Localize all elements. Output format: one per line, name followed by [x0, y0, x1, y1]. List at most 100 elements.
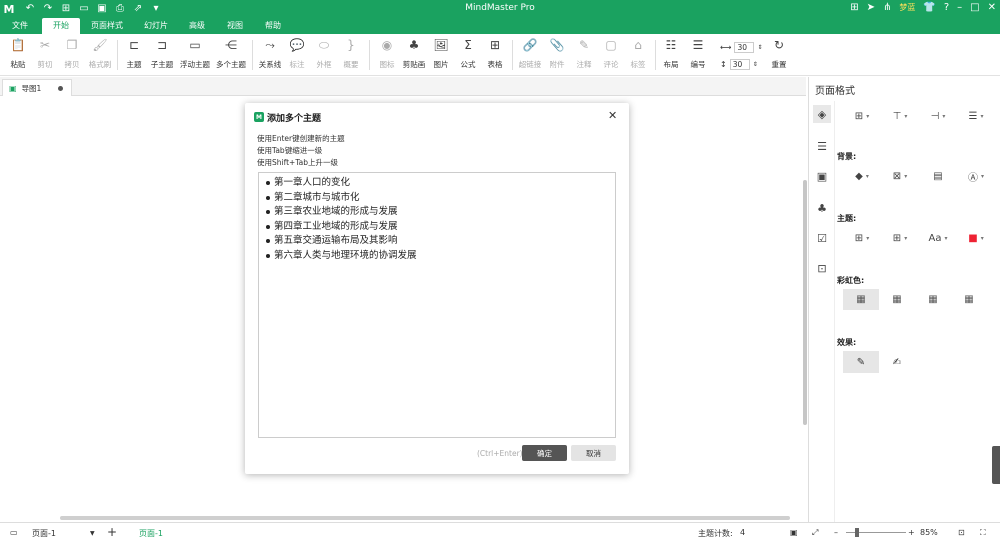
summary-button[interactable]: } 概要 [334, 37, 368, 73]
panel-collapse-handle[interactable] [992, 446, 1000, 484]
unsaved-dot-icon[interactable] [58, 85, 63, 91]
tab-advanced[interactable]: 高级 [180, 18, 214, 34]
zoom-slider-handle[interactable] [855, 528, 859, 537]
horizontal-spacing-stepper[interactable]: ⟷ 30 ⇕ [720, 41, 768, 53]
close-window-icon[interactable]: ✕ [988, 2, 996, 13]
list-item: 第六章人类与地理环境的协调发展 [266, 249, 608, 264]
list-icon[interactable]: ☰ ▾ [957, 107, 995, 125]
connector-icon[interactable]: ⊣ ▾ [919, 107, 957, 125]
cancel-button[interactable]: 取消 [571, 445, 616, 461]
structure-row: ⊞ ▾ ⊤ ▾ ⊣ ▾ ☰ ▾ [843, 107, 995, 125]
zoom-out-icon[interactable]: – [834, 528, 838, 537]
effect-handdrawn-icon[interactable]: ✍ [879, 351, 915, 373]
presentation-icon[interactable]: ⊡ [813, 259, 831, 277]
page-tab[interactable]: 页面-1 [139, 528, 163, 539]
multiple-topics-button[interactable]: ⋲ 多个主题 [214, 37, 248, 73]
numbering-button[interactable]: ☰ 编号 [681, 37, 715, 73]
page-select[interactable]: 页面-1 [32, 528, 56, 539]
floating-topic-button[interactable]: ▭ 浮动主题 [178, 37, 212, 73]
tab-help[interactable]: 帮助 [256, 18, 290, 34]
rainbow-branch-icon[interactable]: ▦ [879, 289, 915, 310]
tab-start[interactable]: 开始 [42, 18, 80, 34]
page-format-icon[interactable]: ◈ [813, 105, 831, 123]
color-scheme-icon[interactable]: ■ ▾ [957, 229, 995, 247]
fullscreen-view-icon[interactable]: ⤢ [812, 528, 818, 538]
format-painter-button[interactable]: 🖌 格式刷 [83, 37, 117, 73]
clipart-panel-icon[interactable]: ♣ [813, 199, 831, 217]
page-select-chevron-icon[interactable]: ▼ [90, 530, 95, 537]
stepper-arrows-icon[interactable]: ⇕ [753, 61, 758, 68]
vertical-spacing-icon: ↕ [720, 59, 727, 69]
layout-icon: ☷ [665, 38, 677, 52]
rainbow-level-icon[interactable]: ▦ [915, 289, 951, 310]
structure-grid-icon[interactable]: ⊞ ▾ [843, 107, 881, 125]
watermark-icon[interactable]: ▤ [919, 167, 957, 185]
rainbow-none-icon[interactable]: ▦ [843, 289, 879, 310]
skin-icon[interactable]: 👕 [923, 2, 935, 13]
document-tab[interactable]: ▣ 导图1 [2, 79, 72, 96]
ribbon: 📋 粘贴 ✂ 剪切 ❐ 拷贝 🖌 格式刷 ⊏ 主题 ⊐ 子主题 ▭ 浮动主题 ⋲ 多个主题 ⤳ 关… [0, 34, 1000, 76]
list-item: 第四章工业地域的形成与发展 [266, 220, 608, 235]
boundary-icon: ⬭ [318, 37, 330, 52]
fill-bucket-icon[interactable]: ◆ ▾ [843, 167, 881, 185]
document-tabs: ▣ 导图1 [0, 77, 806, 96]
effect-normal-icon[interactable]: ✎ [843, 351, 879, 373]
zoom-level[interactable]: 85% [920, 528, 938, 537]
zoom-in-icon[interactable]: + [908, 528, 915, 537]
background-image-icon[interactable]: ⊠ ▾ [881, 167, 919, 185]
bullet-icon [266, 239, 270, 244]
org-chart-icon[interactable]: ⊤ ▾ [881, 107, 919, 125]
marker-icon[interactable]: ▣ [813, 167, 831, 185]
clipart-icon: ♣ [408, 38, 420, 52]
multiple-topics-icon: ⋲ [225, 38, 237, 52]
tab-file[interactable]: 文件 [0, 18, 40, 34]
task-icon[interactable]: ☑ [813, 229, 831, 247]
send-icon[interactable]: ➤ [867, 2, 875, 13]
expand-icon[interactable]: ⛶ [980, 528, 986, 538]
tab-slides[interactable]: 幻灯片 [136, 18, 176, 34]
fullscreen-icon[interactable]: ⊞ [850, 2, 858, 13]
dialog-hint: 使用Tab键缩进一级 [257, 146, 323, 155]
bullet-icon [266, 210, 270, 215]
list-item: 第二章城市与城市化 [266, 191, 608, 206]
text-style-icon[interactable]: Ⓐ ▾ [957, 167, 995, 185]
pen-icon: ✎ [578, 38, 590, 52]
vertical-scrollbar[interactable] [803, 180, 807, 425]
share-icon[interactable]: ⋔ [883, 2, 891, 13]
list-item: 第三章农业地域的形成与发展 [266, 205, 608, 220]
user-name[interactable]: 梦蓝 [899, 2, 915, 13]
font-icon[interactable]: Aa ▾ [919, 229, 957, 247]
tab-page-style[interactable]: 页面样式 [84, 18, 130, 34]
table-icon: ⊞ [489, 38, 501, 52]
page-list-icon[interactable]: ▭ [10, 528, 18, 537]
theme-grid-icon[interactable]: ⊞ ▾ [843, 229, 881, 247]
tab-view[interactable]: 视图 [218, 18, 252, 34]
ok-button[interactable]: 确定 [522, 445, 567, 461]
reset-button[interactable]: ↻ 重置 [762, 37, 796, 73]
fit-window-icon[interactable]: ⊡ [958, 528, 965, 537]
theme-section-label: 主题: [837, 214, 857, 223]
horizontal-spacing-icon: ⟷ [720, 42, 732, 52]
bullet-icon [266, 253, 270, 258]
callout-icon: 💬 [289, 38, 305, 52]
subtopic-button[interactable]: ⊐ 子主题 [145, 37, 179, 73]
subtopic-icon: ⊐ [156, 38, 168, 52]
add-page-icon[interactable]: + [107, 525, 117, 539]
add-multiple-topics-dialog: M 添加多个主题 ✕ 使用Enter键创建新的主题 使用Tab键缩进一级 使用S… [245, 103, 629, 474]
ok-shortcut-hint: (Ctrl+Enter) [477, 449, 523, 458]
topics-textarea[interactable]: 第一章人口的变化 第二章城市与城市化 第三章农业地域的形成与发展 第四章工业地域… [258, 172, 616, 438]
rainbow-alternate-icon[interactable]: ▦ [951, 289, 987, 310]
tag-button[interactable]: ⌂ 标签 [621, 37, 655, 73]
outline-icon[interactable]: ☰ [813, 137, 831, 155]
horizontal-scrollbar[interactable] [60, 516, 790, 520]
help-icon[interactable]: ? [944, 2, 949, 13]
minimize-icon[interactable]: – [957, 2, 962, 13]
close-icon[interactable]: ✕ [608, 109, 617, 122]
maximize-icon[interactable]: □ [970, 2, 979, 13]
fit-page-icon[interactable]: ▣ [790, 528, 798, 537]
table-button[interactable]: ⊞ 表格 [478, 37, 512, 73]
theme-style-icon[interactable]: ⊞ ▾ [881, 229, 919, 247]
menu-bar: 文件 开始 页面样式 幻灯片 高级 视图 帮助 [0, 18, 1000, 34]
vertical-spacing-stepper[interactable]: ↕ 30 ⇕ [720, 58, 768, 70]
dialog-hint: 使用Enter键创建新的主题 [257, 134, 345, 143]
